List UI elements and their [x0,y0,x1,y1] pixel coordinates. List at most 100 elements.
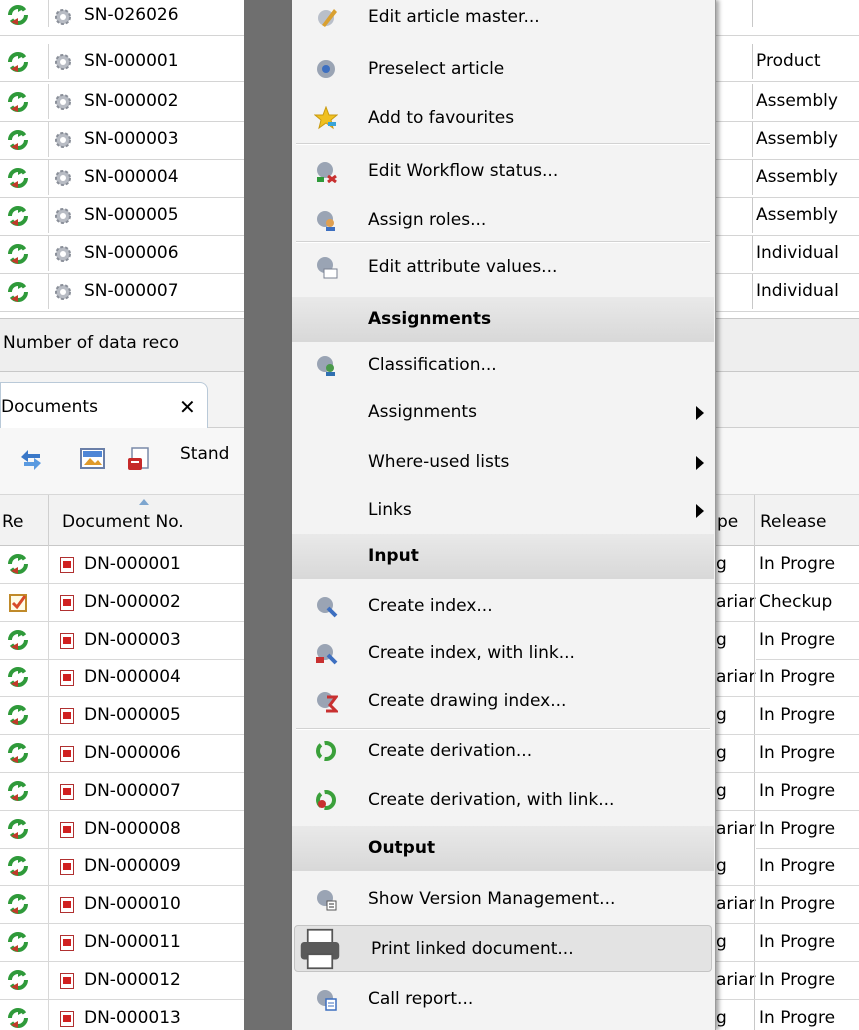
document-release-status: In Progre [754,848,859,886]
article-type: Assembly [752,122,859,157]
menu-item-create-drawing-index[interactable]: Create drawing index... [292,678,714,725]
menu-item-label: Where-used lists [368,452,510,472]
document-number: DN-000007 [84,780,181,801]
article-number: SN-000007 [84,281,179,301]
menu-item-label: Create index... [368,596,493,616]
document-status-cell [0,621,49,659]
article-status-cell [0,236,49,271]
create-index-link-icon [316,644,338,665]
menu-item-where-used-lists[interactable]: Where-used lists [292,439,714,486]
gear-icon [55,170,71,186]
refresh-status-icon [8,780,28,801]
submenu-arrow-icon [696,406,704,420]
article-type: Assembly [752,160,859,195]
article-number-cell: SN-000004 [48,160,244,195]
menu-item-create-derivation-with-link[interactable]: Create derivation, with link... [292,777,714,824]
document-status-cell [0,810,49,848]
article-number: SN-000003 [84,129,179,149]
view-select[interactable]: Stand [180,444,229,464]
pdf-file-icon [60,935,74,951]
menu-item-label: Edit Workflow status... [368,161,559,181]
article-status-cell [0,198,49,233]
document-release-status: Checkup [754,583,859,621]
menu-item-print-linked-document[interactable]: Print linked document... [294,925,712,972]
refresh-status-icon [8,856,28,877]
menu-item-edit-article-master[interactable]: Edit article master... [292,0,714,41]
refresh-status-icon [8,244,28,264]
menu-item-label: Create derivation... [368,741,533,761]
close-icon[interactable]: ✕ [179,395,196,419]
pdf-file-icon [60,783,74,800]
menu-item-classification[interactable]: Classification... [292,342,714,389]
menu-item-assign-roles[interactable]: Assign roles... [292,197,714,244]
document-type: g [714,772,756,810]
refresh-status-icon [8,1007,28,1028]
pdf-file-icon [60,821,74,838]
document-type: g [714,735,756,772]
menu-item-label: Create derivation, with link... [368,790,615,810]
menu-item-create-index[interactable]: Create index... [292,583,714,630]
submenu-arrow-icon [696,504,704,518]
menu-item-label: Assignments [368,402,477,422]
pdf-file-icon [60,897,74,914]
document-type: ariar [714,583,756,621]
document-status-cell [0,659,49,697]
tab-documents[interactable]: Documents ✕ [0,382,208,428]
article-type: Assembly [752,198,859,233]
article-type: Individual [752,274,859,309]
article-type [752,0,859,27]
context-menu: Edit article master... Preselect article A… [292,0,716,1030]
menu-item-links[interactable]: Links [292,487,714,534]
version-icon [317,890,337,911]
pdf-file-icon [60,859,74,876]
column-header-document-no[interactable]: Document No. [62,512,184,532]
submenu-arrow-icon [696,456,704,470]
gear-icon [55,246,71,262]
menu-item-preselect-article[interactable]: Preselect article [292,46,714,93]
menu-item-assignments[interactable]: Assignments [292,389,714,436]
refresh-status-icon [8,667,28,688]
document-number: DN-000005 [84,705,181,726]
article-status-cell [0,274,49,309]
menu-item-label: Create drawing index... [368,691,567,711]
pdf-file-icon [60,632,74,649]
derivation-link-icon [316,790,336,810]
refresh-status-icon [8,629,28,650]
workflow-icon [317,162,337,183]
document-number: DN-000009 [84,856,181,877]
refresh-status-icon [8,554,28,574]
menu-item-call-report[interactable]: Call report... [292,976,714,1023]
menu-item-create-index-with-link[interactable]: Create index, with link... [292,630,714,677]
column-header-type[interactable]: pe [717,512,738,532]
sync-arrows-icon[interactable] [16,444,46,474]
article-number: SN-000002 [84,91,179,111]
menu-separator [296,143,710,145]
create-index-icon [317,597,338,618]
menu-item-add-to-favourites[interactable]: Add to favourites [292,95,714,142]
article-status-cell [0,122,49,157]
roles-icon [317,211,335,231]
menu-item-create-derivation[interactable]: Create derivation... [292,728,714,775]
document-number: DN-000001 [84,554,181,574]
star-icon [314,106,338,130]
image-document-icon[interactable] [78,444,108,474]
column-header-status[interactable]: Re [2,512,24,532]
menu-item-show-version-management[interactable]: Show Version Management... [292,876,714,923]
document-number: DN-000011 [84,932,181,952]
article-number-cell: SN-000005 [48,198,244,233]
edit-article-icon [318,9,337,27]
document-status-cell [0,924,49,961]
menu-item-edit-workflow-status[interactable]: Edit Workflow status... [292,148,714,195]
document-number: DN-000004 [84,667,181,688]
column-header-release[interactable]: Release [760,512,826,532]
document-release-status: In Progre [754,697,859,735]
menu-item-edit-attribute-values[interactable]: Edit attribute values... [292,244,714,291]
article-status-cell [0,84,49,119]
document-number: DN-000006 [84,743,181,763]
refresh-status-icon [8,705,28,726]
document-type: g [714,999,756,1030]
document-status-cell [0,735,49,772]
pdf-document-icon[interactable] [124,444,154,474]
refresh-status-icon [8,743,28,763]
article-number-cell: SN-000003 [48,122,244,157]
